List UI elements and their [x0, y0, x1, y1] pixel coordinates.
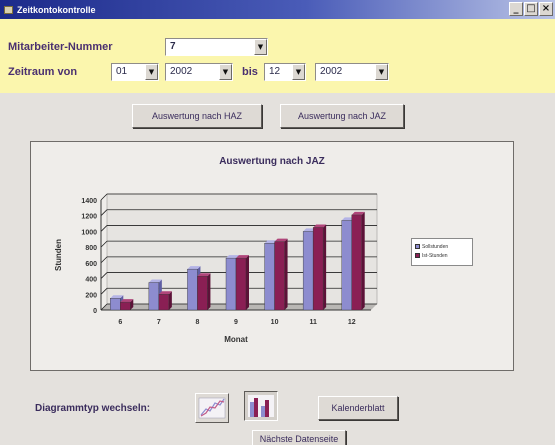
y-tick-label: 1200	[81, 214, 97, 221]
bar-side	[168, 291, 172, 310]
period-label: Zeitraum von	[8, 66, 78, 78]
x-tick-label: 8	[195, 319, 199, 326]
bar-chart-button[interactable]	[244, 391, 278, 421]
window-controls: _ □ ×	[509, 2, 553, 16]
calendar-sheet-button[interactable]: Kalenderblatt	[318, 396, 398, 420]
y-tick-label: 0	[93, 308, 97, 315]
close-button[interactable]: ×	[539, 2, 553, 16]
maximize-button[interactable]: □	[524, 2, 538, 16]
from-month-select[interactable]: 01 ▼	[111, 63, 159, 81]
gridline-diagonal	[100, 209, 108, 216]
bar-soll-8	[187, 268, 198, 311]
chevron-down-icon[interactable]: ▼	[219, 64, 232, 80]
bar-ist-9	[235, 257, 247, 311]
bar-chart-icon	[248, 395, 274, 417]
bar-ist-12	[351, 214, 362, 311]
window-title: Zeitkontokontrolle	[17, 4, 96, 15]
gridline-diagonal	[100, 193, 108, 201]
y-tick-label: 600	[85, 261, 97, 268]
bar-ist-10	[274, 241, 285, 311]
jaz-evaluation-button[interactable]: Auswertung nach JAZ	[280, 104, 404, 128]
chart-panel: Auswertung nach JAZ 0 200 400 600 800 1000 120…	[30, 141, 514, 371]
bar-ist-11	[312, 227, 324, 311]
x-tick-label: 12	[348, 319, 356, 326]
x-tick-label: 10	[271, 319, 279, 326]
filter-panel: Mitarbeiter-Nummer 7 ▼ Zeitraum von 01 ▼…	[0, 19, 555, 93]
app-icon	[4, 5, 13, 14]
bar-soll-11	[302, 231, 314, 311]
chevron-down-icon[interactable]: ▼	[254, 39, 267, 55]
bar-soll-10	[264, 243, 275, 311]
employee-label: Mitarbeiter-Nummer	[8, 41, 113, 53]
legend-swatch	[415, 244, 420, 249]
line-chart-button[interactable]	[195, 393, 229, 423]
to-label: bis	[242, 66, 258, 78]
y-tick-label: 1400	[81, 198, 97, 205]
chevron-down-icon[interactable]: ▼	[292, 64, 305, 80]
bar-side	[323, 224, 327, 310]
bar-soll-12	[341, 220, 352, 311]
bar-side	[361, 211, 365, 310]
bar-side	[246, 255, 249, 310]
chart-legend: Sollstunden Ist-Stunden	[411, 238, 473, 266]
legend-swatch	[415, 253, 420, 258]
bar-ist-6	[120, 301, 131, 311]
minimize-button[interactable]: _	[509, 2, 523, 16]
to-year-select[interactable]: 2002 ▼	[315, 63, 389, 81]
gridline-diagonal	[100, 288, 108, 295]
bar-side	[284, 238, 288, 310]
y-tick-label: 800	[85, 245, 97, 252]
gridline-diagonal	[100, 256, 108, 264]
bar-side	[207, 273, 211, 310]
gridline-diagonal	[100, 272, 108, 279]
chevron-down-icon[interactable]: ▼	[375, 64, 388, 80]
x-tick-label: 7	[157, 319, 161, 326]
bar-soll-6	[110, 298, 121, 311]
legend-item-series-1: Sollstunden	[415, 242, 469, 251]
chevron-down-icon[interactable]: ▼	[145, 64, 158, 80]
y-axis-label: Stunden	[54, 239, 63, 271]
legend-item-series-2: Ist-Stunden	[415, 251, 469, 260]
x-tick-label: 11	[309, 319, 317, 326]
bar-soll-7	[148, 282, 160, 311]
app-window: Zeitkontokontrolle _ □ × Mitarbeiter-Num…	[0, 0, 555, 445]
bar-ist-8	[197, 276, 208, 311]
next-page-button[interactable]: Nächste Datenseite	[252, 430, 346, 445]
employee-select[interactable]: 7 ▼	[165, 38, 268, 56]
haz-evaluation-button[interactable]: Auswertung nach HAZ	[132, 104, 262, 128]
gridline-diagonal	[100, 225, 108, 232]
x-tick-label: 6	[118, 319, 122, 326]
x-tick-label: 9	[234, 319, 238, 326]
to-month-select[interactable]: 12 ▼	[264, 63, 306, 81]
bar-ist-7	[158, 294, 170, 311]
bar-soll-9	[225, 257, 237, 311]
chart-type-label: Diagrammtyp wechseln:	[35, 403, 151, 414]
y-tick-label: 1000	[81, 229, 97, 236]
y-tick-label: 200	[85, 292, 97, 299]
x-axis-label: Monat	[224, 335, 248, 344]
title-bar[interactable]: Zeitkontokontrolle _ □ ×	[0, 0, 555, 19]
line-chart-icon	[198, 397, 226, 419]
from-year-select[interactable]: 2002 ▼	[165, 63, 233, 81]
gridline-diagonal	[100, 240, 108, 248]
y-tick-label: 400	[85, 277, 97, 284]
